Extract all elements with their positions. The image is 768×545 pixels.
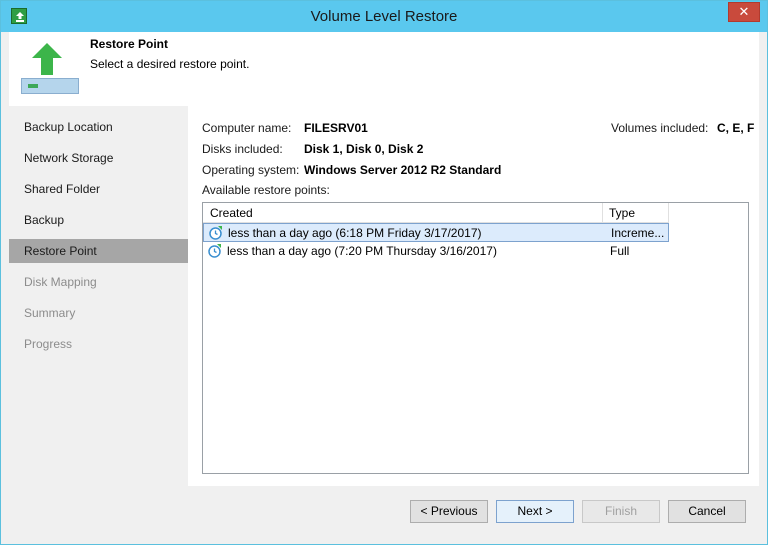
- list-item[interactable]: less than a day ago (7:20 PM Thursday 3/…: [203, 242, 669, 261]
- column-header-created[interactable]: Created: [203, 203, 603, 223]
- restore-point-clock-icon: [209, 226, 223, 240]
- restore-wizard-window: Volume Level Restore ✕ Restore Point Sel…: [0, 0, 768, 545]
- window-title: Volume Level Restore: [310, 8, 458, 25]
- disks-included-label: Disks included:: [202, 142, 283, 156]
- row-type: Increme...: [611, 226, 665, 240]
- sidebar-item-shared-folder[interactable]: Shared Folder: [9, 177, 188, 201]
- disks-included-value: Disk 1, Disk 0, Disk 2: [304, 142, 424, 156]
- wizard-header: Restore Point Select a desired restore p…: [9, 32, 759, 106]
- available-restore-points-label: Available restore points:: [202, 183, 330, 197]
- list-header: Created Type: [203, 203, 669, 223]
- sidebar-item-network-storage[interactable]: Network Storage: [9, 146, 188, 170]
- row-created: less than a day ago (6:18 PM Friday 3/17…: [228, 226, 482, 240]
- operating-system-label: Operating system:: [202, 163, 300, 177]
- restore-point-clock-icon: [208, 244, 222, 258]
- volumes-included-value: C, E, F: [717, 121, 755, 135]
- row-type: Full: [610, 244, 630, 258]
- close-button[interactable]: ✕: [728, 2, 760, 22]
- sidebar-item-summary: Summary: [24, 306, 76, 320]
- page-title: Restore Point: [90, 37, 169, 51]
- page-description: Select a desired restore point.: [90, 57, 250, 71]
- list-item[interactable]: less than a day ago (6:18 PM Friday 3/17…: [203, 223, 669, 242]
- restore-points-list[interactable]: Created Type less than a day ago (6:18 P…: [202, 202, 749, 474]
- wizard-footer: < Previous Next > Finish Cancel: [1, 486, 767, 544]
- computer-name-value: FILESRV01: [304, 121, 368, 135]
- volumes-included-label: Volumes included:: [611, 121, 709, 135]
- finish-button: Finish: [582, 500, 660, 523]
- operating-system-value: Windows Server 2012 R2 Standard: [304, 163, 502, 177]
- sidebar-item-progress: Progress: [24, 337, 73, 351]
- next-button[interactable]: Next >: [496, 500, 574, 523]
- sidebar-item-disk-mapping: Disk Mapping: [24, 275, 97, 289]
- sidebar-item-backup-location[interactable]: Backup Location: [9, 115, 188, 139]
- wizard-steps-sidebar: Backup Location Network Storage Shared F…: [9, 106, 188, 486]
- row-created: less than a day ago (7:20 PM Thursday 3/…: [227, 244, 497, 258]
- sidebar-item-restore-point[interactable]: Restore Point: [9, 239, 188, 263]
- restore-point-panel: Computer name: FILESRV01 Disks included:…: [188, 106, 759, 486]
- cancel-button[interactable]: Cancel: [668, 500, 746, 523]
- column-header-type[interactable]: Type: [603, 203, 669, 223]
- computer-name-label: Computer name:: [202, 121, 292, 135]
- sidebar-item-backup[interactable]: Backup: [9, 208, 188, 232]
- previous-button[interactable]: < Previous: [410, 500, 488, 523]
- restore-volume-icon: [17, 40, 79, 96]
- title-bar[interactable]: Volume Level Restore ✕: [1, 1, 767, 32]
